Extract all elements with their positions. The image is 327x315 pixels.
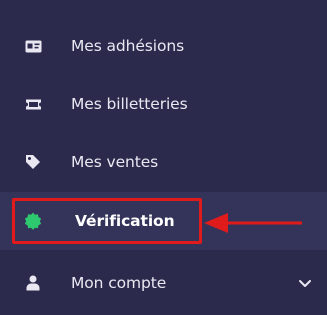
chevron-down-icon[interactable] bbox=[297, 275, 313, 291]
tag-icon bbox=[23, 152, 43, 172]
annotation-highlight-box bbox=[12, 198, 202, 244]
nav-item-mes-adhesions[interactable]: Mes adhésions bbox=[0, 17, 327, 75]
ticket-icon bbox=[23, 94, 43, 114]
nav-item-mes-ventes[interactable]: Mes ventes bbox=[0, 133, 327, 191]
user-icon bbox=[23, 273, 43, 293]
nav-item-label: Mon compte bbox=[71, 274, 167, 292]
nav-item-label: Mes ventes bbox=[71, 153, 159, 171]
nav-item-label: Mes billetteries bbox=[71, 95, 188, 113]
sidebar-nav: Mes adhésions Mes billetteries Mes vente… bbox=[0, 0, 327, 315]
annotation-arrow-icon bbox=[204, 213, 302, 233]
nav-item-mon-compte[interactable]: Mon compte bbox=[0, 254, 327, 312]
membership-card-icon bbox=[23, 36, 43, 56]
nav-item-label: Mes adhésions bbox=[71, 37, 185, 55]
nav-item-mes-billetteries[interactable]: Mes billetteries bbox=[0, 75, 327, 133]
